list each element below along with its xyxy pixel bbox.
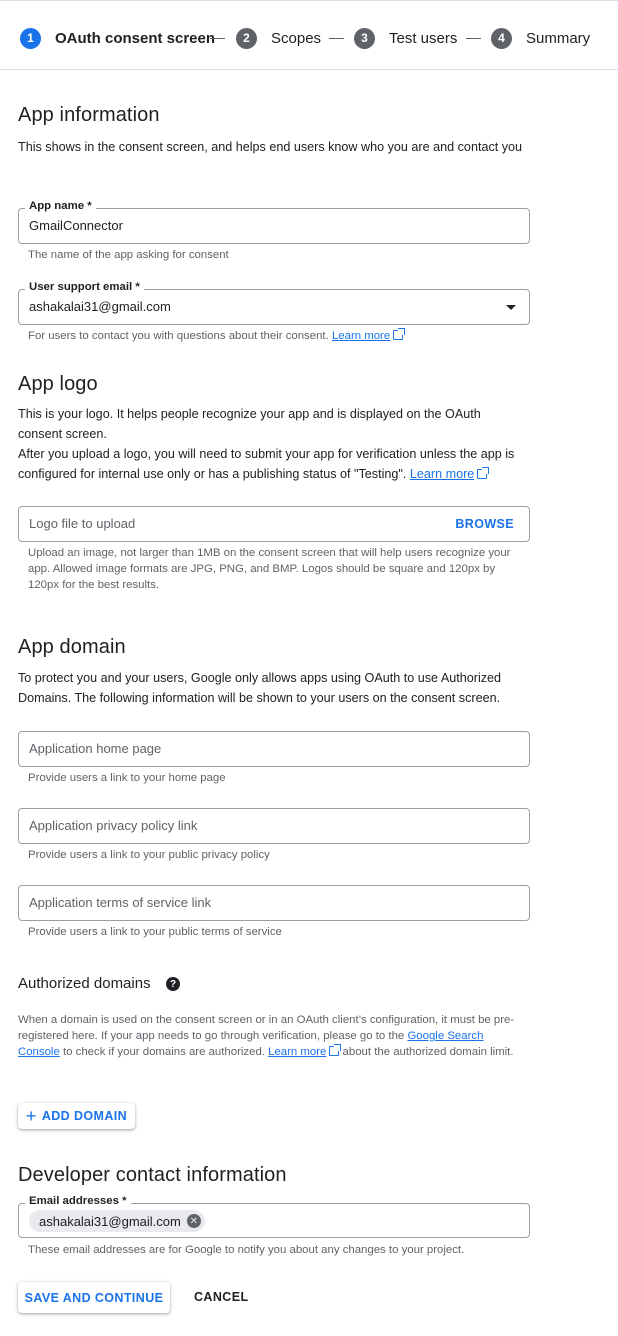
open-in-new-icon [329, 1044, 342, 1056]
privacy-policy-help: Provide users a link to your public priv… [28, 849, 270, 861]
help-circle-icon[interactable]: ? [166, 977, 180, 991]
user-support-email-label: User support email * [25, 281, 144, 293]
logo-upload-placeholder: Logo file to upload [29, 516, 136, 531]
help-text: For users to contact you with questions … [28, 330, 329, 342]
user-support-email-help: For users to contact you with questions … [28, 328, 523, 344]
description-text: about the authorized domain limit. [342, 1046, 514, 1058]
save-and-continue-button[interactable]: SAVE AND CONTINUE [18, 1282, 170, 1313]
home-page-input[interactable]: Application home page [18, 731, 530, 767]
step-number: 3 [354, 27, 375, 49]
remove-chip-icon[interactable]: ✕ [186, 1214, 201, 1228]
app-information-description: This shows in the consent screen, and he… [18, 140, 523, 154]
description-text: to check if your domains are authorized. [62, 1046, 265, 1058]
add-domain-label: ADD DOMAIN [41, 1109, 128, 1123]
step-label: Scopes [271, 29, 322, 47]
learn-more-link[interactable]: Learn more [331, 328, 406, 342]
open-in-new-icon [393, 328, 406, 340]
authorized-domains-heading: Authorized domains [18, 975, 151, 992]
app-information-heading: App information [18, 104, 160, 126]
step-number: 1 [20, 27, 41, 49]
step-oauth-consent-screen[interactable]: 1 OAuth consent screen [20, 27, 215, 49]
app-domain-heading: App domain [18, 636, 126, 658]
step-divider [329, 38, 344, 39]
terms-of-service-help: Provide users a link to your public term… [28, 926, 282, 938]
step-divider [466, 38, 481, 39]
privacy-policy-placeholder: Application privacy policy link [29, 818, 198, 833]
developer-email-help: These email addresses are for Google to … [28, 1244, 465, 1256]
step-label: Summary [526, 29, 591, 47]
terms-of-service-placeholder: Application terms of service link [29, 895, 212, 910]
logo-upload-help: Upload an image, not larger than 1MB on … [28, 547, 511, 591]
app-logo-description: This is your logo. It helps people recog… [18, 407, 481, 441]
learn-more-link[interactable]: Learn more [409, 467, 490, 481]
plus-icon: + [25, 1106, 37, 1126]
step-divider [210, 38, 225, 39]
app-logo-verification-note: After you upload a logo, you will need t… [18, 444, 528, 484]
app-name-label: App name * [25, 200, 96, 212]
developer-email-label: Email addresses * [25, 1195, 131, 1207]
open-in-new-icon [477, 467, 490, 479]
add-domain-button[interactable]: + ADD DOMAIN [18, 1103, 135, 1129]
developer-email-field[interactable]: Email addresses * ashakalai31@gmail.com … [18, 1195, 530, 1238]
step-scopes[interactable]: 2 Scopes [236, 27, 321, 49]
step-label: Test users [389, 29, 458, 47]
app-logo-heading: App logo [18, 373, 98, 395]
terms-of-service-input[interactable]: Application terms of service link [18, 885, 530, 921]
step-number: 2 [236, 27, 257, 49]
step-label: OAuth consent screen [55, 29, 216, 47]
step-summary[interactable]: 4 Summary [491, 27, 590, 49]
email-chip: ashakalai31@gmail.com ✕ [29, 1210, 205, 1232]
developer-contact-heading: Developer contact information [18, 1164, 287, 1186]
learn-more-link[interactable]: Learn more [268, 1044, 342, 1058]
email-chip-label: ashakalai31@gmail.com [39, 1213, 181, 1229]
app-name-value: GmailConnector [29, 218, 123, 233]
privacy-policy-input[interactable]: Application privacy policy link [18, 808, 530, 844]
app-name-help: The name of the app asking for consent [28, 249, 229, 261]
learn-more-label: Learn more [409, 467, 475, 481]
authorized-domains-description: When a domain is used on the consent scr… [18, 1012, 528, 1060]
browse-button[interactable]: BROWSE [455, 517, 514, 531]
setup-stepper: 1 OAuth consent screen 2 Scopes 3 Test u… [0, 0, 618, 70]
learn-more-label: Learn more [331, 330, 391, 342]
user-support-email-value: ashakalai31@gmail.com [29, 299, 171, 314]
home-page-help: Provide users a link to your home page [28, 772, 226, 784]
logo-upload-field[interactable]: Logo file to upload BROWSE [18, 506, 530, 542]
step-test-users[interactable]: 3 Test users [354, 27, 457, 49]
app-domain-description: To protect you and your users, Google on… [18, 671, 502, 705]
home-page-placeholder: Application home page [29, 741, 162, 756]
cancel-button[interactable]: CANCEL [194, 1290, 248, 1304]
dropdown-arrow-icon [506, 305, 516, 310]
step-number: 4 [491, 27, 512, 49]
app-name-field[interactable]: App name * GmailConnector [18, 200, 530, 244]
user-support-email-select[interactable]: User support email * ashakalai31@gmail.c… [18, 281, 530, 325]
learn-more-label: Learn more [268, 1046, 327, 1058]
